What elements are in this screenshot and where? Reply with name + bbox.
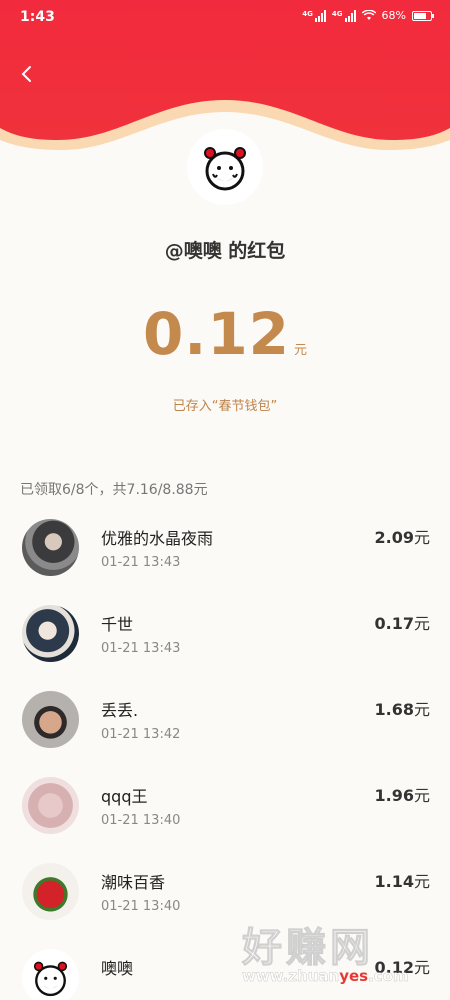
avatar [22,519,79,576]
list-item[interactable]: 丢丢. 01-21 13:42 1.68元 [0,684,450,770]
list-item[interactable]: qqq王 01-21 13:40 1.96元 [0,770,450,856]
claim-time: 01-21 13:42 [101,727,181,742]
signal-icon-2: 4G [332,9,356,22]
claim-summary: 已领取6/8个，共7.16/8.88元 [20,482,208,498]
battery-icon [412,10,434,21]
claimer-name: qqq王 [101,787,148,806]
list-item[interactable]: 潮味百香 01-21 13:40 1.14元 [0,856,450,942]
list-item[interactable]: 优雅的水晶夜雨 01-21 13:43 2.09元 [0,512,450,598]
avatar [22,691,79,748]
wifi-icon [361,10,376,20]
sender-avatar[interactable] [189,131,261,203]
claim-amount: 1.96元 [374,786,431,805]
chevron-left-icon [21,66,31,82]
claimer-name: 潮味百香 [101,873,166,892]
received-amount: 0.12 元 [0,300,450,368]
claimer-name: 噢噢 [101,959,134,978]
signal-icon: 4G [302,9,326,22]
claim-list: 优雅的水晶夜雨 01-21 13:43 2.09元 千世 01-21 13:43… [0,512,450,1000]
saved-to-wallet-link[interactable]: 已存入“春节钱包” [0,395,450,414]
status-time: 1:43 [20,9,55,25]
claim-amount: 1.14元 [374,872,431,891]
claim-amount: 0.17元 [374,614,431,633]
list-item[interactable]: 噢噢 0.12元 [0,942,450,1000]
back-button[interactable] [12,58,40,90]
avatar [22,863,79,920]
claim-time: 01-21 13:43 [101,555,181,570]
avatar [22,777,79,834]
list-item[interactable]: 千世 01-21 13:43 0.17元 [0,598,450,684]
amount-unit: 元 [294,343,308,358]
battery-percent: 68% [381,9,406,22]
claim-time: 01-21 13:40 [101,899,181,914]
claim-time: 01-21 13:43 [101,641,181,656]
claim-amount: 2.09元 [374,528,431,547]
claimer-name: 优雅的水晶夜雨 [101,529,214,548]
claim-amount: 1.68元 [374,700,431,719]
cartoon-face-icon [33,961,68,997]
claimer-name: 丢丢. [101,701,139,720]
claim-time: 01-21 13:40 [101,813,181,828]
packet-title: @噢噢 的红包 [164,240,286,262]
status-bar: 1:43 4G 4G 68% [0,0,450,34]
avatar [22,605,79,662]
avatar [22,949,79,1000]
amount-value: 0.12 [142,300,291,368]
claim-amount: 0.12元 [374,958,431,977]
cartoon-face-icon [204,147,246,191]
claimer-name: 千世 [101,615,134,634]
